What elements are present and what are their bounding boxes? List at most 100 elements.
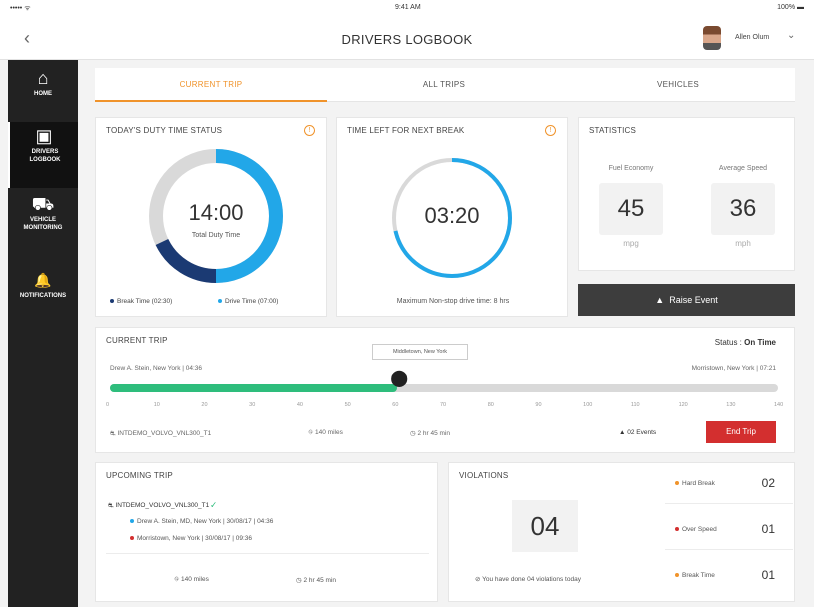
chevron-down-icon[interactable]: ⌄ (787, 30, 795, 41)
trip-status-value: On Time (744, 338, 776, 347)
check-circle-icon: ⊘ (475, 576, 481, 583)
trip-progress-fill (110, 384, 398, 392)
trip-distance: ⛗ 140 miles (308, 429, 343, 437)
card-title: TIME LEFT FOR NEXT BREAK (347, 126, 465, 135)
upcoming-stop-origin-label: Drew A. Stein, MD, New York | 30/08/17 |… (137, 518, 274, 525)
tab-bar: CURRENT TRIP ALL TRIPS VEHICLES (95, 68, 795, 102)
tab-vehicles[interactable]: VEHICLES (561, 68, 795, 102)
current-trip-card: CURRENT TRIP Status : On Time Drew A. St… (95, 327, 795, 453)
logbook-icon: ▣ (35, 126, 53, 146)
car-icon: ⛐ (108, 502, 114, 509)
trip-tick-label: 130 (726, 402, 736, 408)
trip-vehicle-name: INTDEMO_VOLVO_VNL300_T1 (117, 430, 212, 437)
bell-icon: 🔔 (34, 272, 52, 288)
time-left-value: 03:20 (424, 203, 480, 228)
trip-tick-label: 120 (678, 402, 688, 408)
sidebar: ⌂ HOME ▣ DRIVERS LOGBOOK ⛟ VEHICLE MONIT… (8, 60, 78, 607)
clock-icon: ◷ (410, 430, 416, 437)
fuel-economy-label: Fuel Economy (608, 165, 654, 172)
trip-duration: ◷ 2 hr 45 min (410, 429, 450, 437)
upcoming-distance-value: 140 miles (181, 576, 209, 583)
sidebar-item-label: DRIVERS LOGBOOK (29, 149, 61, 163)
violations-note-label: You have done 04 violations today (482, 576, 581, 583)
status-bar: ••••• ᯤ 9:41 AM 100% ▬ (0, 0, 814, 18)
trip-duration-value: 2 hr 45 min (417, 430, 451, 437)
trip-events-label: 02 Events (627, 429, 657, 436)
tab-current-trip[interactable]: CURRENT TRIP (95, 68, 327, 102)
card-title: UPCOMING TRIP (106, 471, 173, 480)
divider (106, 553, 429, 554)
verified-check-icon: ✓ (211, 502, 217, 509)
raise-event-label: Raise Event (669, 295, 718, 305)
sidebar-item-label: HOME (34, 91, 52, 97)
legend-break-label: Break Time (02:30) (117, 298, 173, 305)
car-icon: ⛐ (110, 430, 116, 437)
origin-dot-icon (130, 519, 134, 524)
upcoming-vehicle-name: INTDEMO_VOLVO_VNL300_T1 (115, 502, 210, 509)
tab-all-trips[interactable]: ALL TRIPS (327, 68, 561, 102)
trip-tick-label: 40 (296, 402, 303, 408)
upcoming-duration: ◷ 2 hr 45 min (296, 576, 336, 584)
app-frame: ••••• ᯤ 9:41 AM 100% ▬ ‹ DRIVERS LOGBOOK… (0, 0, 814, 607)
map-pin-icon[interactable]: ⬤ (390, 370, 408, 388)
route-icon: ⛗ (308, 429, 314, 436)
trip-tick-label: 50 (344, 402, 351, 408)
violation-count: 02 (761, 476, 775, 490)
raise-event-button[interactable]: ▲ Raise Event (578, 284, 795, 316)
page-title: DRIVERS LOGBOOK (341, 32, 473, 47)
signal-indicator: ••••• ᯤ (10, 5, 31, 12)
over-speed-dot-icon (675, 527, 679, 532)
violation-name: Break Time (682, 572, 715, 579)
info-icon[interactable]: ! (304, 125, 315, 136)
current-location-tooltip: Middletown, New York (372, 344, 468, 360)
clock: 9:41 AM (395, 4, 421, 11)
user-name[interactable]: Allen Olum (735, 34, 769, 41)
battery-indicator: 100% ▬ (777, 4, 804, 11)
violation-row-break-time[interactable]: Break Time 01 (665, 556, 793, 596)
legend-break: Break Time (02:30) (110, 298, 172, 305)
avatar[interactable] (703, 26, 721, 50)
upcoming-stop-destination-label: Morristown, New York | 30/08/17 | 09:36 (137, 535, 253, 542)
duty-time-card: TODAY'S DUTY TIME STATUS ! 14:00 Total D… (95, 117, 327, 317)
upcoming-vehicle: ⛐ INTDEMO_VOLVO_VNL300_T1 ✓ (108, 501, 216, 510)
trip-tick-label: 0 (106, 402, 110, 408)
end-trip-button[interactable]: End Trip (706, 421, 776, 443)
home-icon: ⌂ (37, 68, 49, 88)
violation-name: Over Speed (682, 526, 717, 533)
drive-dot-icon (218, 299, 222, 304)
average-speed-unit: mph (735, 239, 751, 248)
statistics-card: STATISTICS Fuel Economy 45 mpg Average S… (578, 117, 795, 271)
violation-row-hard-break[interactable]: Hard Break 02 (665, 464, 793, 504)
info-icon[interactable]: ! (545, 125, 556, 136)
app-header: ‹ DRIVERS LOGBOOK Allen Olum ⌄ (0, 18, 814, 60)
violation-count: 01 (761, 522, 775, 536)
sidebar-item-vehicle-monitoring[interactable]: ⛟ VEHICLE MONITORING (8, 190, 78, 256)
trip-vehicle: ⛐ INTDEMO_VOLVO_VNL300_T1 (110, 429, 211, 438)
sidebar-item-notifications[interactable]: 🔔 NOTIFICATIONS (8, 266, 78, 332)
fuel-economy-value: 45 (599, 183, 663, 235)
sidebar-item-drivers-logbook[interactable]: ▣ DRIVERS LOGBOOK (8, 122, 78, 188)
upcoming-trip-card: UPCOMING TRIP ⛐ INTDEMO_VOLVO_VNL300_T1 … (95, 462, 438, 602)
upcoming-stop-origin: Drew A. Stein, MD, New York | 30/08/17 |… (130, 518, 273, 525)
trip-tick-label: 90 (535, 402, 542, 408)
fuel-economy-unit: mpg (623, 239, 639, 248)
average-speed-value: 36 (711, 183, 775, 235)
total-duty-value: 14:00 (188, 200, 244, 225)
sidebar-item-home[interactable]: ⌂ HOME (8, 64, 78, 130)
trip-tick-label: 80 (487, 402, 494, 408)
trip-tick-label: 110 (630, 402, 640, 408)
hard-break-dot-icon (675, 481, 679, 486)
route-icon: ⛗ (174, 576, 180, 583)
trip-tick-label: 30 (249, 402, 256, 408)
card-title: CURRENT TRIP (106, 336, 168, 345)
trip-distance-value: 140 miles (315, 429, 343, 436)
card-title: VIOLATIONS (459, 471, 509, 480)
card-title: TODAY'S DUTY TIME STATUS (106, 126, 223, 135)
upcoming-stop-destination: Morristown, New York | 30/08/17 | 09:36 (130, 535, 252, 542)
sidebar-item-label: NOTIFICATIONS (19, 293, 67, 299)
destination-dot-icon (130, 536, 134, 541)
violation-row-over-speed[interactable]: Over Speed 01 (665, 510, 793, 550)
trip-destination: Morristown, New York | 07:21 (691, 365, 776, 372)
card-title: STATISTICS (589, 126, 637, 135)
trip-events[interactable]: ▲ 02 Events (619, 429, 656, 436)
